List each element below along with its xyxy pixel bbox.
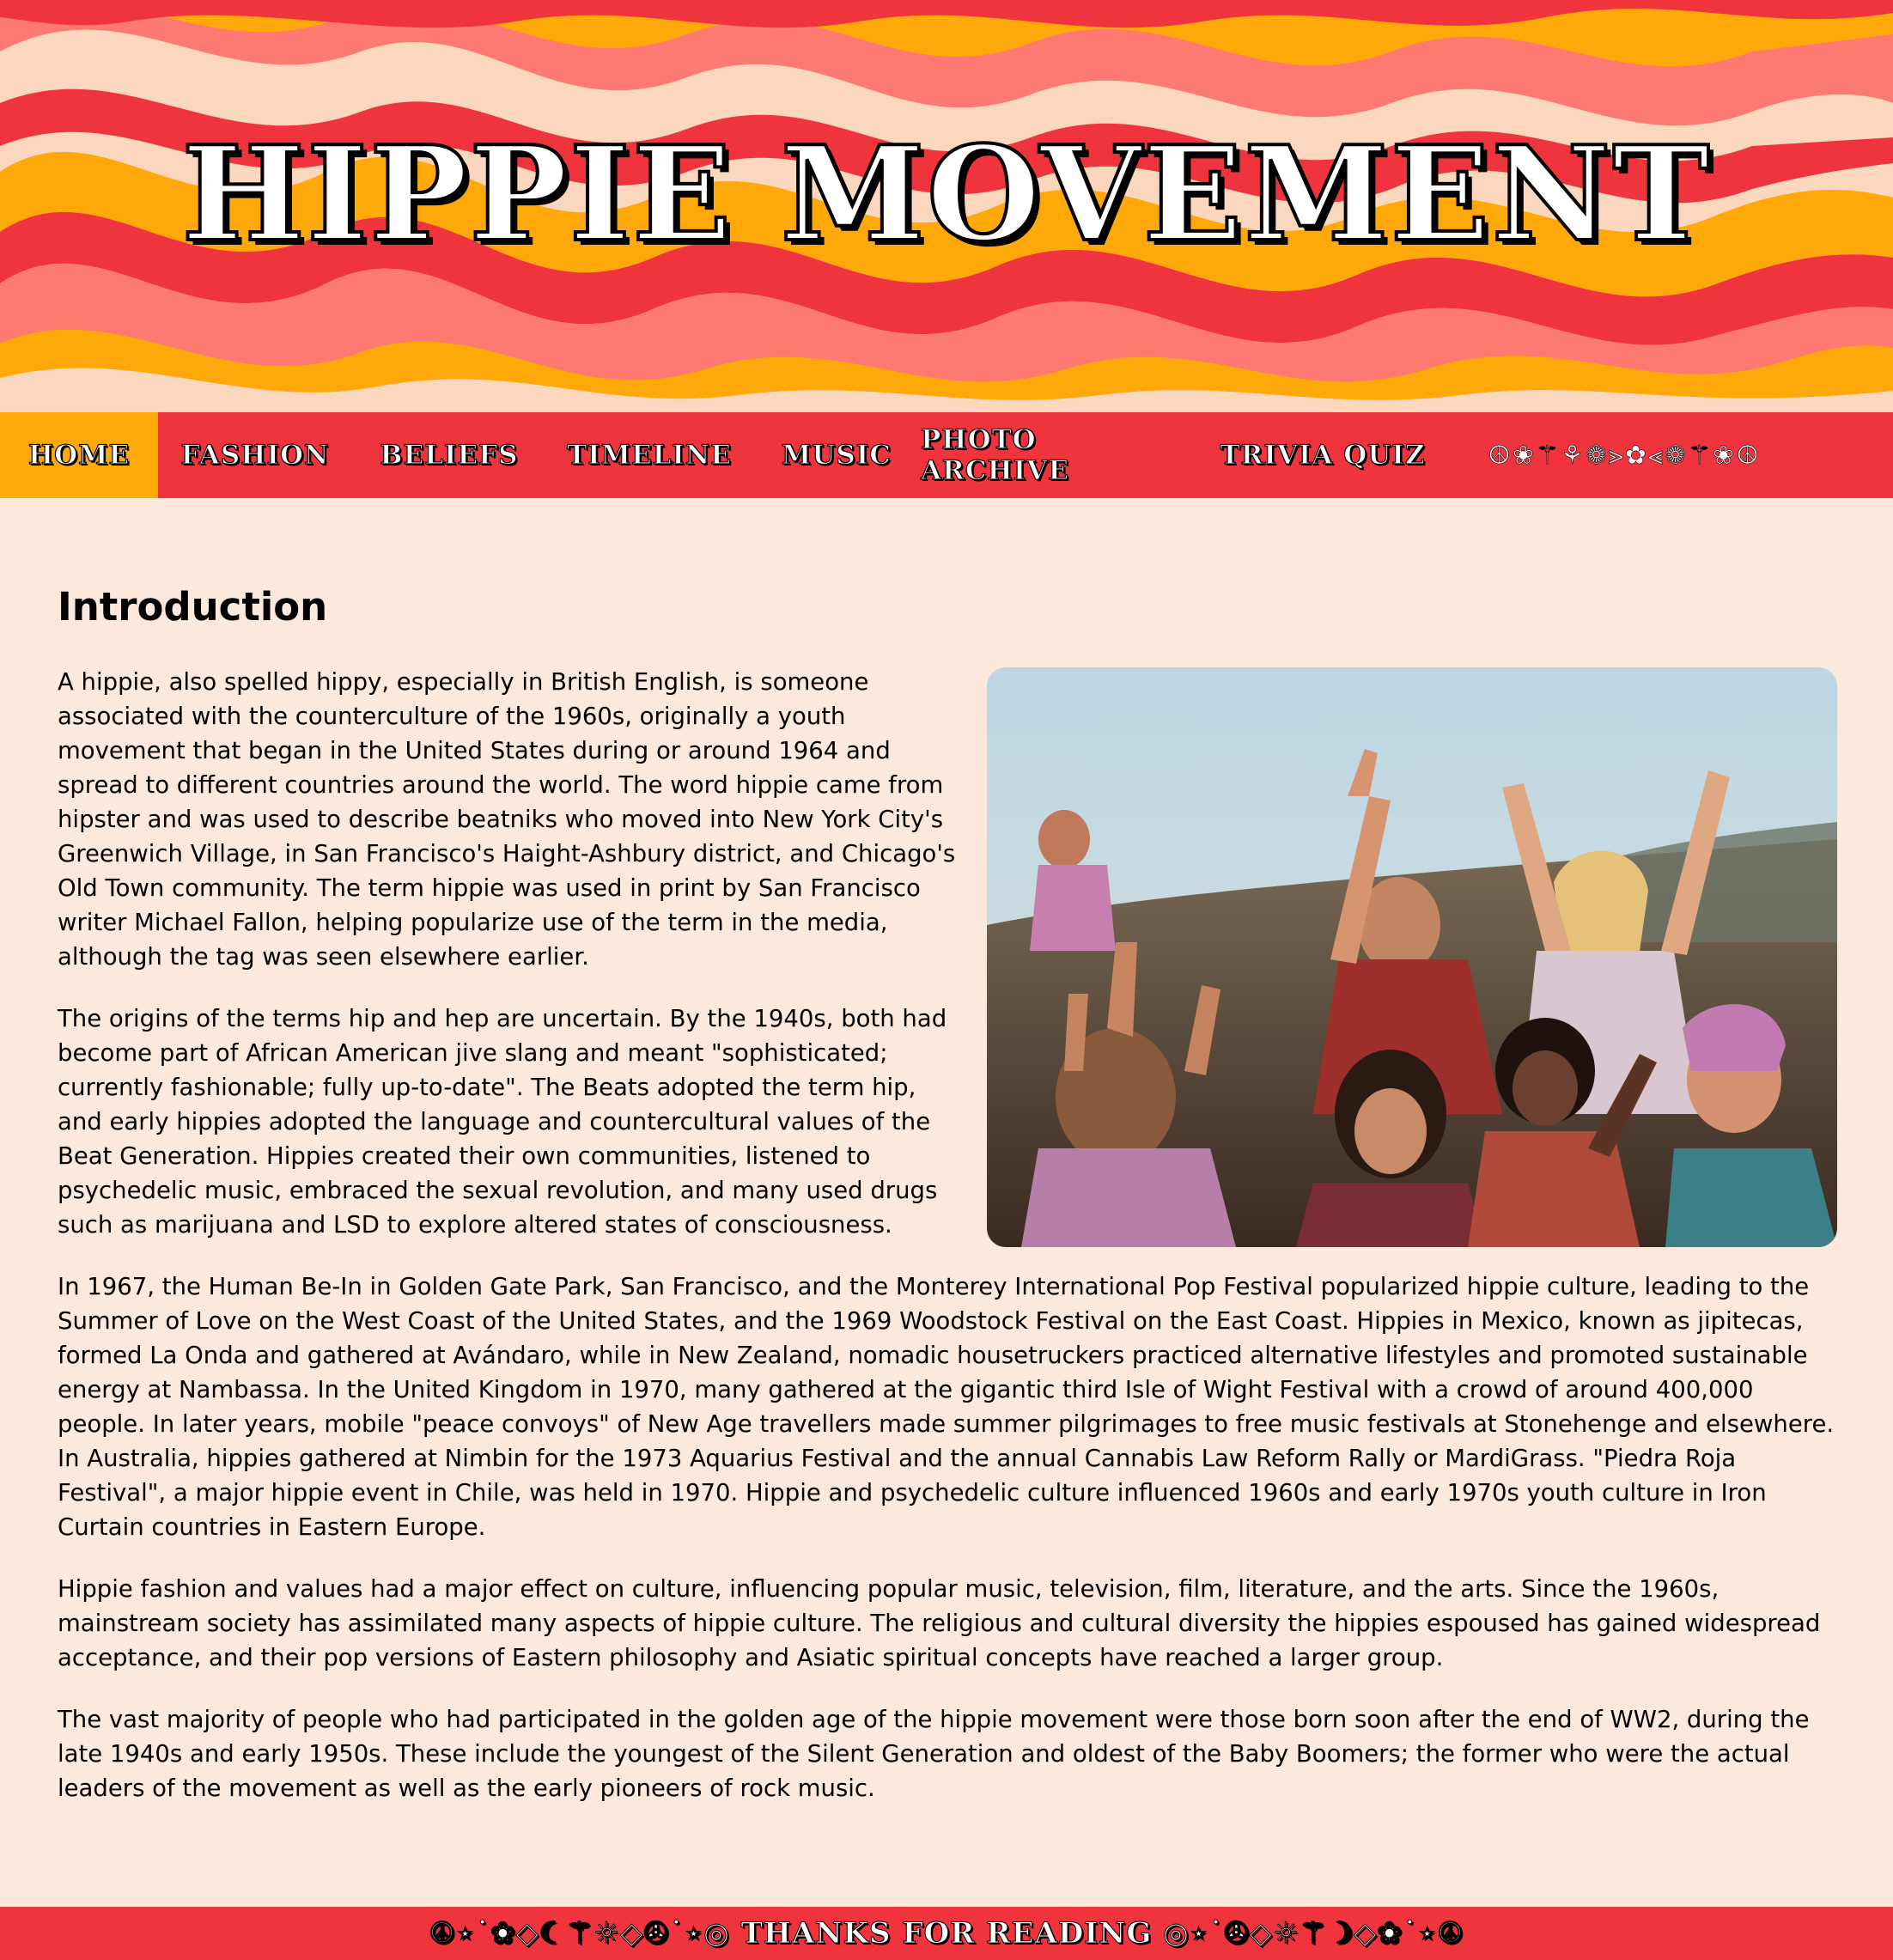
paragraph-4: Hippie fashion and values had a major ef… [58, 1575, 1821, 1671]
nav-item-beliefs[interactable]: BELIEFS [352, 412, 546, 498]
footer-thanks-text: ☮⋆˙❀◇☾⚚☼◇✇˙⋆◎ THANKS FOR READING ◎⋆˙✇◇☼⚚… [429, 1916, 1464, 1951]
nav-item-trivia-quiz[interactable]: TRIVIA QUIZ [1184, 412, 1462, 498]
main-content: Introduction A hippie, also spelled hipp… [58, 584, 1837, 1833]
section-heading: Introduction [58, 584, 328, 630]
nav-item-music[interactable]: MUSIC [752, 412, 921, 498]
hippie-festival-photo [987, 667, 1837, 1247]
nav-decoration-icons: ☮❀⚚⚘❁⪢✿⪡❁⚚❀☮ [1488, 440, 1761, 471]
paragraph-5: The vast majority of people who had part… [58, 1706, 1810, 1802]
site-footer: ☮⋆˙❀◇☾⚚☼◇✇˙⋆◎ THANKS FOR READING ◎⋆˙✇◇☼⚚… [0, 1907, 1893, 1960]
nav-item-fashion[interactable]: FASHION [158, 412, 352, 498]
site-header: HIPPIE MOVEMENT [0, 0, 1893, 412]
main-navigation: HOME FASHION BELIEFS TIMELINE MUSIC PHOT… [0, 412, 1893, 498]
nav-item-home[interactable]: HOME [0, 412, 158, 498]
nav-item-timeline[interactable]: TIMELINE [546, 412, 752, 498]
nav-item-photo-archive[interactable]: PHOTO ARCHIVE [920, 412, 1184, 498]
festival-crowd-image [987, 667, 1837, 1247]
paragraph-3: In 1967, the Human Be-In in Golden Gate … [58, 1273, 1835, 1541]
site-title: HIPPIE MOVEMENT [180, 117, 1712, 271]
